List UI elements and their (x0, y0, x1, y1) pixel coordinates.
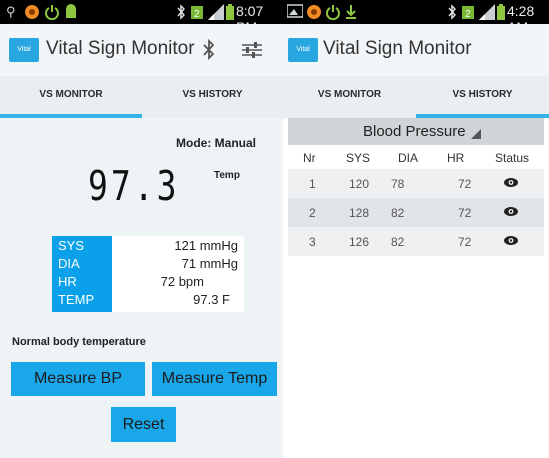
cell-hr: 72 (458, 177, 472, 191)
header-status: Status (495, 151, 530, 165)
measurement-type-dropdown[interactable]: Blood Pressure (288, 118, 544, 145)
tab-bar: VS MONITOR VS HISTORY (283, 76, 549, 118)
tab-vs-monitor[interactable]: VS MONITOR (283, 76, 416, 114)
battery-icon (226, 4, 234, 20)
temp-label: TEMP (58, 292, 95, 307)
cell-sys: 128 (349, 206, 370, 220)
sys-label: SYS (58, 238, 85, 253)
cell-dia: 82 (391, 235, 405, 249)
tab-vs-monitor[interactable]: VS MONITOR (0, 76, 142, 114)
power-icon (44, 4, 60, 21)
svg-text:2: 2 (465, 9, 471, 20)
app-title: Vital Sign Monitor (323, 38, 472, 59)
cell-nr: 2 (309, 206, 316, 220)
app-notification-icon (24, 4, 40, 20)
app-icon: Vital (9, 38, 39, 62)
bluetooth-icon (176, 4, 186, 20)
battery-icon (497, 4, 505, 20)
measure-bp-button[interactable]: Measure BP (11, 362, 145, 396)
vitals-table: SYS DIA HR TEMP 121 mmHg 71 mmHg 72 bpm … (52, 236, 244, 312)
selected-tab-indicator (0, 114, 142, 118)
right-screen: 2 4:28 AM Vital Vital Sign Monitor VS MO… (283, 0, 549, 458)
cell-nr: 1 (309, 177, 316, 191)
table-row[interactable]: 1 120 78 72 (288, 169, 544, 198)
mode-label: Mode: Manual (176, 136, 256, 150)
eye-icon[interactable] (504, 236, 518, 245)
power-icon (325, 4, 341, 21)
eye-icon[interactable] (504, 207, 518, 216)
cell-sys: 120 (349, 177, 370, 191)
hr-label: HR (58, 274, 77, 289)
tab-bar: VS MONITOR VS HISTORY (0, 76, 283, 118)
app-notification-icon (306, 4, 322, 20)
status-bar: ⚲ 2 8:07 PM (0, 0, 283, 35)
header-dia: DIA (398, 151, 419, 165)
cell-sys: 126 (349, 235, 370, 249)
cell-dia: 82 (391, 206, 405, 220)
dia-label: DIA (58, 256, 80, 271)
status-message: Normal body temperature (12, 336, 146, 348)
sim-icon: 2 (462, 4, 474, 20)
temp-value: 97.3 F (193, 292, 230, 307)
header-sys: SYS (346, 151, 371, 165)
app-title: Vital Sign Monitor (46, 38, 195, 59)
temperature-display: 97.3 (88, 161, 180, 210)
action-bar: Vital Vital Sign Monitor (0, 24, 283, 77)
sys-value: 121 mmHg (174, 238, 238, 253)
android-icon (64, 4, 78, 20)
measure-temp-button[interactable]: Measure Temp (152, 362, 277, 396)
cell-nr: 3 (309, 235, 316, 249)
dropdown-arrow-icon (471, 129, 481, 139)
tab-vs-history[interactable]: VS HISTORY (416, 76, 549, 114)
action-bar: Vital Vital Sign Monitor (283, 24, 549, 77)
settings-sliders-icon[interactable] (241, 41, 263, 64)
tab-vs-history[interactable]: VS HISTORY (142, 76, 283, 114)
dropdown-selected-value: Blood Pressure (363, 123, 466, 140)
cell-dia: 78 (391, 177, 405, 191)
bluetooth-icon (447, 4, 457, 20)
table-row[interactable]: 2 128 82 72 (288, 198, 544, 227)
vitals-labels: SYS DIA HR TEMP (52, 236, 112, 312)
bluetooth-button-icon[interactable] (202, 38, 216, 67)
hr-value: 72 bpm (160, 274, 204, 289)
sim-icon: 2 (191, 4, 203, 20)
table-row[interactable]: 3 126 82 72 (288, 227, 544, 256)
left-screen: ⚲ 2 8:07 PM Vital Vital Sign Monitor VS … (0, 0, 283, 458)
vitals-values: 121 mmHg 71 mmHg 72 bpm 97.3 F (112, 236, 244, 312)
gallery-icon (286, 4, 304, 20)
eye-icon[interactable] (504, 178, 518, 187)
cell-hr: 72 (458, 235, 472, 249)
status-bar: 2 4:28 AM (283, 0, 549, 35)
download-icon (345, 4, 357, 20)
dia-value: 71 mmHg (181, 256, 238, 271)
usb-icon: ⚲ (6, 4, 16, 19)
svg-text:2: 2 (194, 9, 200, 20)
cell-hr: 72 (458, 206, 472, 220)
header-nr: Nr (303, 151, 316, 165)
temperature-label: Temp (214, 170, 240, 181)
signal-icon (479, 4, 495, 20)
reset-button[interactable]: Reset (111, 407, 176, 442)
signal-icon (208, 4, 224, 20)
header-hr: HR (447, 151, 465, 165)
app-icon: Vital (288, 38, 318, 62)
